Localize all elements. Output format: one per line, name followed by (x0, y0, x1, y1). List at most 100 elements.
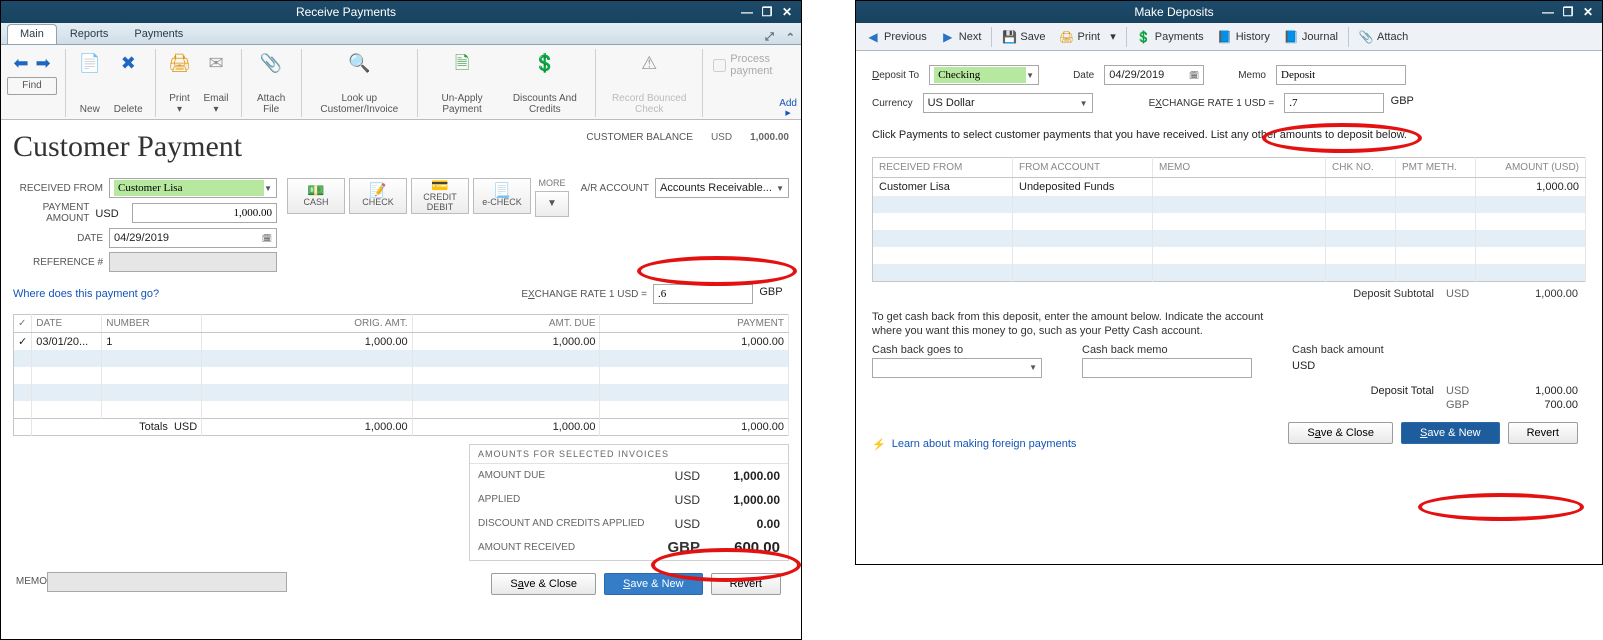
new-button[interactable]: 📄New (72, 49, 108, 117)
history-icon: 📘 (1218, 30, 1232, 44)
chevron-down-icon: ▼ (776, 184, 784, 193)
add-link[interactable]: Add (779, 98, 797, 109)
expand-icon[interactable]: ⤢ (765, 31, 774, 44)
exchange-rate-currency: GBP (753, 284, 789, 304)
attach-button[interactable]: 📎Attach (1353, 27, 1414, 47)
chevron-down-icon: ▼ (1029, 363, 1037, 372)
calendar-icon[interactable]: 🗓 (262, 234, 272, 243)
date-field[interactable]: 04/29/2019🗓 (1104, 65, 1204, 85)
th-account[interactable]: FROM ACCOUNT (1013, 158, 1153, 178)
cashback-memo-input[interactable] (1082, 358, 1252, 378)
th-amount[interactable]: AMOUNT (USD) (1476, 158, 1586, 178)
deposit-to-label: Deposit To (872, 70, 919, 81)
save-new-label: Save & New (1420, 427, 1481, 439)
revert-button[interactable]: Revert (1508, 422, 1578, 444)
previous-button[interactable]: ◀Previous (860, 27, 933, 47)
revert-button[interactable]: Revert (711, 573, 781, 595)
save-close-button[interactable]: Save & Close (491, 573, 596, 595)
toolbar: ◀Previous ▶Next 💾Save 🖨Print ▾ 💲Payments… (856, 23, 1602, 51)
titlebar-2: Make Deposits — ❐ ✕ (856, 1, 1602, 23)
table-row[interactable]: ✓ 03/01/20... 1 1,000.00 1,000.00 1,000.… (14, 333, 789, 351)
journal-button[interactable]: 📘Journal (1278, 27, 1344, 47)
ribbon: ⬅ ➡ Find 📄New ✖Delete 🖨Print ▾ ✉Email ▾ … (1, 45, 801, 120)
forward-arrow-icon[interactable]: ➡ (33, 49, 53, 75)
print-button[interactable]: 🖨Print ▾ (1054, 27, 1122, 47)
process-payment-checkbox[interactable]: Process payment (707, 49, 799, 81)
currency-dropdown[interactable]: US Dollar▼ (923, 93, 1093, 113)
th-payment[interactable]: PAYMENT (600, 315, 789, 333)
th-from[interactable]: RECEIVED FROM (873, 158, 1013, 178)
record-label: Record Bounced Check (608, 93, 691, 115)
table-row[interactable]: Customer Lisa Undeposited Funds 1,000.00 (873, 178, 1586, 197)
payments-button[interactable]: 💲Payments (1131, 27, 1210, 47)
calendar-icon[interactable]: 🗓 (1189, 71, 1199, 80)
close-icon[interactable]: ✕ (779, 5, 795, 19)
learn-label: Learn about making foreign payments (892, 438, 1077, 450)
lookup-button[interactable]: 🔍Look up Customer/Invoice (308, 49, 411, 117)
cash-button[interactable]: 💵CASH (287, 178, 345, 214)
memo-input[interactable] (1276, 65, 1406, 85)
cashback-note: To get cash back from this deposit, ente… (872, 310, 1372, 338)
save-new-label: Save & New (623, 578, 684, 590)
deposit-to-dropdown[interactable]: ▼ (929, 65, 1039, 85)
date-label: Date (1073, 70, 1094, 81)
learn-link[interactable]: ⚡Learn about making foreign payments (872, 438, 1076, 451)
th-orig[interactable]: ORIG. AMT. (202, 315, 412, 333)
exchange-rate-input[interactable] (653, 284, 753, 304)
attach-label: Attach File (253, 93, 289, 115)
make-deposits-window: Make Deposits — ❐ ✕ ◀Previous ▶Next 💾Sav… (855, 0, 1603, 565)
th-date[interactable]: DATE (32, 315, 102, 333)
credit-button[interactable]: 💳CREDITDEBIT (411, 178, 469, 214)
minimize-icon[interactable]: — (1540, 5, 1556, 19)
close-icon[interactable]: ✕ (1580, 5, 1596, 19)
save-new-button[interactable]: Save & New (604, 573, 703, 595)
th-number[interactable]: NUMBER (102, 315, 202, 333)
restore-icon[interactable]: ❐ (759, 5, 775, 19)
collapse-ribbon-icon[interactable]: ⌃ (786, 31, 795, 44)
cashback-goes-dropdown[interactable]: ▼ (872, 358, 1042, 378)
ref-input[interactable] (109, 252, 277, 272)
tab-main[interactable]: Main (7, 24, 57, 44)
payments-label: Payments (1155, 31, 1204, 43)
email-button[interactable]: ✉Email ▾ (198, 49, 235, 117)
echeck-button[interactable]: 📃e-CHECK (473, 178, 531, 214)
th-meth[interactable]: PMT METH. (1396, 158, 1476, 178)
check-button[interactable]: 📝CHECK (349, 178, 407, 214)
ar-dropdown[interactable]: Accounts Receivable...▼ (655, 178, 789, 198)
save-close-button[interactable]: Save & Close (1288, 422, 1393, 444)
find-button[interactable]: Find (7, 77, 57, 95)
amount-applied-cur: USD (650, 493, 700, 507)
received-from-input[interactable] (114, 180, 264, 196)
th-due[interactable]: AMT. DUE (412, 315, 600, 333)
payment-help-link[interactable]: Where does this payment go? (13, 288, 159, 300)
deposit-total-cur1: USD (1446, 385, 1486, 397)
attach-button[interactable]: 📎Attach File (247, 49, 295, 117)
discounts-button[interactable]: 💲Discounts And Credits (501, 49, 590, 117)
th-chk[interactable]: CHK NO. (1326, 158, 1396, 178)
received-from-dropdown[interactable]: ▼ (109, 178, 277, 198)
tab-payments[interactable]: Payments (121, 24, 196, 44)
print-button[interactable]: 🖨Print ▾ (162, 49, 198, 117)
unapply-label: Un-Apply Payment (430, 93, 495, 115)
date-field[interactable]: 04/29/2019🗓 (109, 228, 277, 248)
minimize-icon[interactable]: — (739, 5, 755, 19)
history-button[interactable]: 📘History (1212, 27, 1276, 47)
deposit-to-input[interactable] (934, 67, 1026, 83)
email-label: Email (204, 93, 229, 104)
next-button[interactable]: ▶Next (935, 27, 988, 47)
save-new-button[interactable]: Save & New (1401, 422, 1500, 444)
th-memo[interactable]: MEMO (1153, 158, 1326, 178)
subtotal-cur: USD (1446, 288, 1486, 300)
save-button[interactable]: 💾Save (996, 27, 1051, 47)
exchange-rate-input[interactable] (1284, 93, 1384, 113)
more-button[interactable]: ▼ (535, 191, 569, 217)
tab-reports[interactable]: Reports (57, 24, 122, 44)
attach-icon: 📎 (1359, 30, 1373, 44)
memo-input[interactable] (47, 572, 287, 592)
restore-icon[interactable]: ❐ (1560, 5, 1576, 19)
back-arrow-icon[interactable]: ⬅ (11, 49, 31, 75)
delete-button[interactable]: ✖Delete (108, 49, 149, 117)
amount-input[interactable] (132, 203, 277, 223)
unapply-button[interactable]: 🗎Un-Apply Payment (424, 49, 501, 117)
save-close-label: Save & Close (510, 578, 577, 590)
